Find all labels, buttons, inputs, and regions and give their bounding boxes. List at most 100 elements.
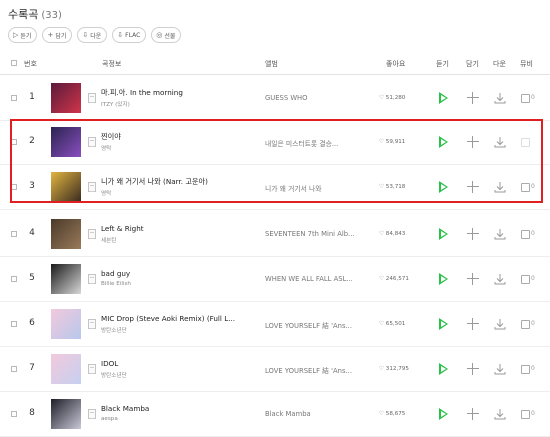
music-video-icon[interactable] — [521, 230, 530, 239]
listen-all-label: 듣기 — [20, 32, 32, 40]
play-icon[interactable] — [439, 363, 448, 375]
play-icon[interactable] — [439, 273, 448, 285]
table-header: 번호 곡정보 앨범 좋아요 듣기 담기 다운 뮤비 — [0, 51, 550, 75]
track-number: 1 — [29, 92, 35, 102]
add-to-playlist-icon[interactable] — [467, 408, 479, 420]
lyrics-icon[interactable] — [88, 229, 96, 239]
artist-name[interactable]: 세븐틴 — [101, 236, 116, 244]
song-title[interactable]: MIC Drop (Steve Aoki Remix) (Full L... — [101, 314, 235, 323]
music-video-icon[interactable] — [521, 94, 530, 103]
play-icon[interactable] — [439, 228, 448, 240]
download-icon[interactable] — [494, 92, 506, 104]
row-checkbox[interactable] — [11, 411, 17, 417]
like-count[interactable]: ♡ 51,280 — [379, 95, 405, 101]
col-listen: 듣기 — [436, 60, 449, 68]
section-title: 수록곡 — [8, 8, 39, 21]
album-art[interactable] — [51, 264, 81, 294]
track-number: 8 — [29, 408, 35, 418]
music-video-icon[interactable] — [521, 365, 530, 374]
add-to-playlist-icon[interactable] — [467, 273, 479, 285]
artist-name[interactable]: Billie Eilish — [101, 281, 131, 287]
lyrics-icon[interactable] — [88, 274, 96, 284]
mv-count: 0 — [531, 365, 535, 372]
album-art[interactable] — [51, 219, 81, 249]
album-art[interactable] — [51, 83, 81, 113]
lyrics-icon[interactable] — [88, 93, 96, 103]
add-to-playlist-icon[interactable] — [467, 318, 479, 330]
tracklist-header: 수록곡 (33) — [8, 6, 62, 22]
artist-name[interactable]: 방탄소년단 — [101, 326, 127, 334]
song-title[interactable]: IDOL — [101, 359, 118, 368]
track-number: 5 — [29, 273, 35, 283]
download-all-button[interactable]: ⇩ 다운 — [77, 27, 108, 43]
selection-highlight-box — [10, 119, 543, 203]
add-to-playlist-icon[interactable] — [467, 363, 479, 375]
album-name[interactable]: GUESS WHO — [265, 94, 308, 102]
song-title[interactable]: Black Mamba — [101, 404, 149, 413]
col-mv: 뮤비 — [520, 60, 533, 68]
table-row: 4 Left & Right 세븐틴 SEVENTEEN 7th Mini Alb..… — [0, 212, 550, 257]
song-title[interactable]: bad guy — [101, 269, 130, 278]
select-all-checkbox[interactable] — [11, 60, 17, 66]
table-row: 7 IDOL 방탄소년단 LOVE YOURSELF 結 'Ans... ♡ 312,7… — [0, 347, 550, 392]
row-checkbox[interactable] — [11, 321, 17, 327]
download-icon: ⇩ — [82, 31, 89, 39]
like-count[interactable]: ♡ 312,795 — [379, 366, 409, 372]
row-checkbox[interactable] — [11, 231, 17, 237]
row-checkbox[interactable] — [11, 366, 17, 372]
lyrics-icon[interactable] — [88, 364, 96, 374]
table-row: 6 MIC Drop (Steve Aoki Remix) (Full L... 방… — [0, 302, 550, 347]
album-art[interactable] — [51, 399, 81, 429]
song-title[interactable]: Left & Right — [101, 224, 144, 233]
album-art[interactable] — [51, 354, 81, 384]
artist-name[interactable]: 방탄소년단 — [101, 371, 127, 379]
like-count[interactable]: ♡ 84,843 — [379, 231, 405, 237]
album-name[interactable]: LOVE YOURSELF 結 'Ans... — [265, 365, 352, 375]
gift-label: 선물 — [164, 32, 176, 40]
artist-name[interactable]: aespa — [101, 416, 118, 422]
album-art[interactable] — [51, 309, 81, 339]
track-count: (33) — [41, 10, 62, 21]
gift-icon: ◎ — [156, 31, 163, 39]
play-icon[interactable] — [439, 92, 448, 104]
album-name[interactable]: WHEN WE ALL FALL ASL... — [265, 275, 353, 283]
lyrics-icon[interactable] — [88, 319, 96, 329]
download-icon[interactable] — [494, 228, 506, 240]
flac-button[interactable]: ⇩ FLAC — [112, 27, 147, 43]
music-video-icon[interactable] — [521, 275, 530, 284]
download-icon[interactable] — [494, 318, 506, 330]
download-icon[interactable] — [494, 408, 506, 420]
music-video-icon[interactable] — [521, 320, 530, 329]
song-title[interactable]: 마.피.아. In the morning — [101, 88, 183, 98]
add-to-playlist-icon[interactable] — [467, 228, 479, 240]
play-icon[interactable] — [439, 408, 448, 420]
album-name[interactable]: SEVENTEEN 7th Mini Alb... — [265, 230, 355, 238]
row-checkbox[interactable] — [11, 95, 17, 101]
play-icon[interactable] — [439, 318, 448, 330]
add-all-button[interactable]: + 담기 — [42, 27, 73, 43]
col-album: 앨범 — [265, 60, 278, 68]
play-icon: ▷ — [13, 31, 19, 39]
track-number: 4 — [29, 228, 35, 238]
artist-name[interactable]: ITZY (있지) — [101, 100, 130, 108]
download-icon[interactable] — [494, 273, 506, 285]
download-all-label: 다운 — [90, 32, 102, 40]
listen-all-button[interactable]: ▷ 듣기 — [8, 27, 38, 43]
gift-button[interactable]: ◎ 선물 — [151, 27, 182, 43]
like-count[interactable]: ♡ 58,675 — [379, 411, 405, 417]
album-name[interactable]: Black Mamba — [265, 410, 311, 418]
flac-label: FLAC — [125, 31, 141, 39]
row-checkbox[interactable] — [11, 276, 17, 282]
bulk-actions-bar: ▷ 듣기 + 담기 ⇩ 다운 ⇩ FLAC ◎ 선물 — [8, 27, 182, 43]
mv-count: 0 — [531, 275, 535, 282]
album-name[interactable]: LOVE YOURSELF 結 'Ans... — [265, 320, 352, 330]
mv-count: 0 — [531, 320, 535, 327]
music-video-icon[interactable] — [521, 410, 530, 419]
like-count[interactable]: ♡ 246,571 — [379, 276, 409, 282]
col-number: 번호 — [24, 60, 37, 68]
add-to-playlist-icon[interactable] — [467, 92, 479, 104]
mv-count: 0 — [531, 410, 535, 417]
like-count[interactable]: ♡ 65,501 — [379, 321, 405, 327]
lyrics-icon[interactable] — [88, 409, 96, 419]
download-icon[interactable] — [494, 363, 506, 375]
